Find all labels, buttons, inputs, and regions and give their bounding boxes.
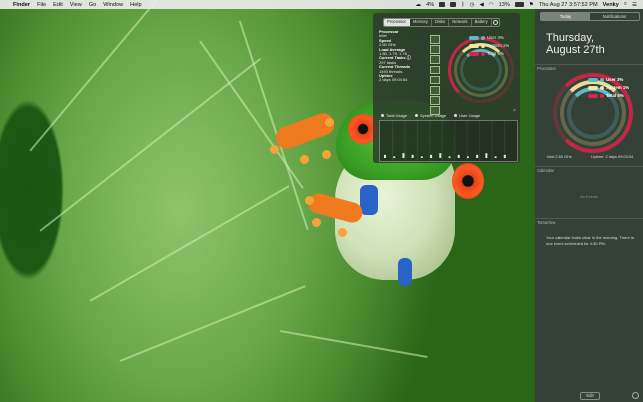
usage-bar [476,154,479,158]
menu-extra-icon[interactable] [439,2,446,7]
info-icon[interactable]: ⓘ [407,55,411,60]
time-machine-icon[interactable]: ◷ [470,2,475,8]
core-meters [430,35,440,115]
usage-bar [466,156,469,158]
section-processor-title: Processor [537,66,556,71]
processor-uptime: Uptime: 2 days 09:04:54 [591,154,634,159]
section-calendar-title: Calendar [537,168,554,173]
usage-bar [411,154,414,158]
usage-bar [420,156,423,158]
tab-notifications[interactable]: Notifications [590,13,639,20]
menu-view[interactable]: View [70,2,82,8]
tab-network[interactable]: Network [449,19,472,26]
core-meter [430,35,440,44]
usage-bar [393,156,396,158]
graph-legend: Total Usage System Usage User Usage [381,113,480,118]
battery-percent[interactable]: 13% [499,2,510,8]
nc-usage-legend: User 3% System 1% Total 5% [588,76,629,100]
usage-bar [439,153,442,158]
core-meter [430,65,440,75]
cloud-icon[interactable]: ☁ [416,2,422,8]
core-meter [430,55,440,64]
graph-legend-system: System Usage [415,113,446,118]
user-menu[interactable]: Venky [603,2,619,8]
volume-icon[interactable]: ◀ [479,2,483,8]
usage-bar [402,153,405,158]
legend-user: User 3% [588,76,629,84]
activity-widget: Processor Memory Disks Network Battery P… [373,13,520,163]
frog-foot [273,110,337,152]
bluetooth-icon[interactable]: ᛒ [461,2,464,8]
tab-memory[interactable]: Memory [410,19,432,26]
tomorrow-summary: Your calendar looks clear in the morning… [546,235,634,246]
usage-history-svg [384,121,506,161]
edit-button[interactable]: Edit [580,392,600,400]
usage-bar [485,153,488,158]
legend-system: System 1% [469,42,509,50]
frog-eye [452,163,484,199]
graph-legend-total: Total Usage [381,113,407,118]
usage-bar [494,156,497,158]
no-events-text: No Events [580,194,598,199]
gear-icon[interactable] [492,19,499,26]
menu-go[interactable]: Go [89,2,96,8]
menu-window[interactable]: Window [103,2,123,8]
menu-help[interactable]: Help [130,2,142,8]
usage-bar [503,154,506,158]
cpu-status-text[interactable]: 4% [426,2,434,8]
usage-history-graph [379,120,518,162]
date-day: August 27th [546,44,605,56]
legend-system: System 1% [588,84,629,92]
legend-user: User 4% [469,34,509,42]
usage-bar [384,154,386,158]
search-icon[interactable]: ⌕ [624,1,627,8]
tab-battery[interactable]: Battery [472,19,492,26]
tab-today[interactable]: Today [541,13,590,20]
menu-file[interactable]: File [37,2,46,8]
widget-tabs: Processor Memory Disks Network Battery [383,18,500,27]
core-meter [430,45,440,54]
flag-icon[interactable]: ⚑ [529,2,534,8]
menu-extra-icon[interactable] [450,2,457,7]
close-icon[interactable]: × [513,108,516,114]
wifi-icon[interactable]: ◠ [489,2,494,8]
core-meter [430,96,440,105]
processor-stats: Processor Intel Speed 2.50 GHz Load Aver… [379,29,411,83]
menu-edit[interactable]: Edit [53,2,63,8]
menubar-clock[interactable]: Thu Aug 27 3:57:52 PM [539,2,598,8]
app-menu-finder[interactable]: Finder [13,2,30,8]
graph-legend-user: User Usage [454,113,480,118]
usage-bar [430,154,433,158]
usage-bar [448,156,451,158]
date-weekday: Thursday, [546,32,595,44]
battery-icon[interactable] [514,2,524,7]
info-icon[interactable] [632,392,639,399]
tab-processor[interactable]: Processor [384,19,410,26]
tab-disks[interactable]: Disks [432,19,450,26]
usage-bar [457,154,460,158]
processor-speed: Intel 2.50 GHz [547,154,572,159]
legend-total: Total 6% [469,50,509,58]
usage-legend: User 4% System 1% Total 6% [469,34,509,58]
core-meter [430,75,440,85]
section-tomorrow-title: Tomorrow [537,220,556,225]
nc-tabs: Today Notifications [540,12,640,21]
menu-bar: Finder File Edit View Go Window Help ☁ 4… [0,0,643,9]
legend-total: Total 5% [588,92,629,100]
core-meter [430,85,440,95]
notification-center-icon[interactable]: ☰ [632,2,637,8]
stat-value: 2 days 09:04:54 [379,77,408,83]
notification-center: Today Notifications Thursday, August 27t… [535,9,643,402]
